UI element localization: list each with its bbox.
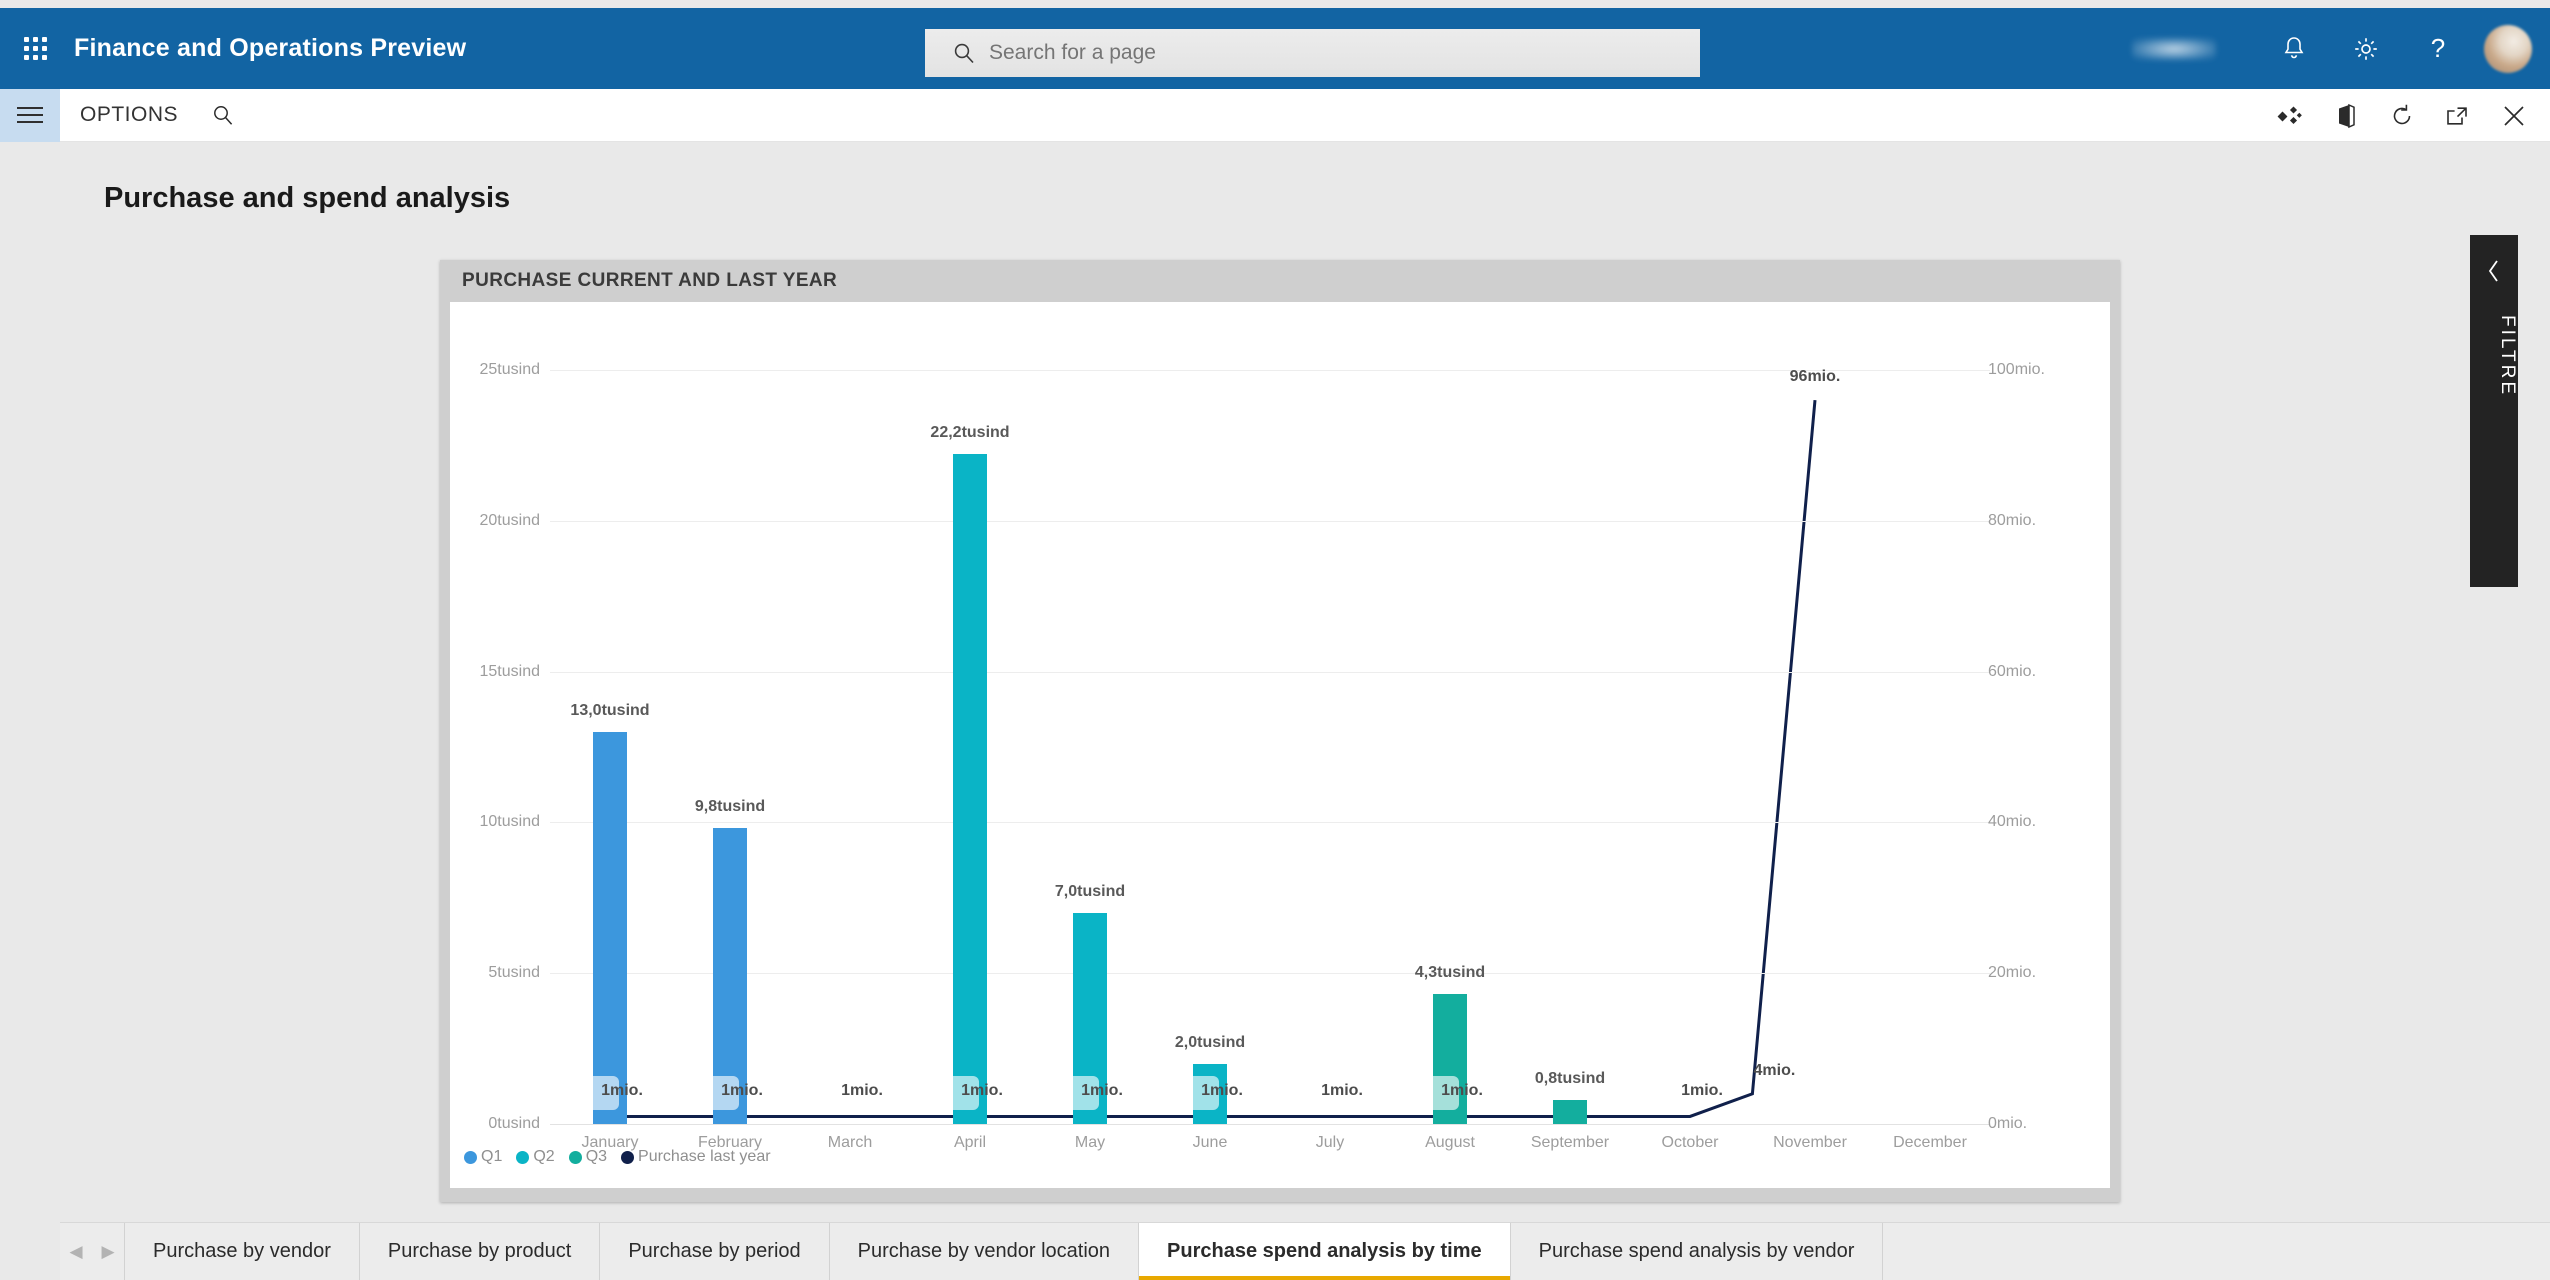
y-axis-left-tick: 25tusind xyxy=(479,361,541,378)
bar-value-label: 13,0tusind xyxy=(570,701,650,719)
purchase-last-year-line xyxy=(610,400,1817,1118)
legend-label: Q3 xyxy=(585,1148,608,1165)
grid-line xyxy=(550,822,1990,824)
company-name-blurred xyxy=(2132,37,2216,60)
bar-value-label: 4,3tusind xyxy=(1414,964,1486,982)
line-value-label: 1mio. xyxy=(1681,1082,1723,1099)
filter-panel-label: FILTRE xyxy=(2497,315,2518,398)
bar-value-label: 7,0tusind xyxy=(1054,882,1126,900)
global-search[interactable] xyxy=(925,29,1700,77)
y-axis-left-tick: 5tusind xyxy=(488,964,540,982)
y-axis-left-tick: 20tusind xyxy=(479,511,541,529)
top-bar-actions: ? xyxy=(2132,8,2550,89)
tab-purchase-by-vendor[interactable]: Purchase by vendor xyxy=(125,1223,360,1280)
grid-line xyxy=(550,671,1990,673)
y-axis-left-tick: 10tusind xyxy=(479,813,541,831)
y-axis-right-tick: 40mio. xyxy=(1988,813,2037,831)
search-input[interactable] xyxy=(925,29,1700,77)
app-title: Finance and Operations Preview xyxy=(74,34,467,62)
legend-label: Q1 xyxy=(481,1148,503,1165)
svg-text:?: ? xyxy=(2431,34,2445,63)
tab-list: Purchase by vendor Purchase by product Pur… xyxy=(125,1223,1884,1280)
line-value-label: 1mio. xyxy=(601,1082,643,1099)
legend-color-dot xyxy=(621,1150,635,1164)
legend-color-dot xyxy=(516,1150,530,1164)
open-in-office-icon[interactable] xyxy=(2318,89,2374,142)
line-value-label: 1mio. xyxy=(1441,1082,1483,1099)
bar-value-label: 0,8tusind xyxy=(1534,1069,1606,1087)
legend-item[interactable]: Q2 xyxy=(516,1148,555,1166)
tab-purchase-spend-analysis-by-time[interactable]: Purchase spend analysis by time xyxy=(1139,1223,1511,1280)
chart-bar[interactable] xyxy=(593,731,627,1124)
x-axis-tick: December xyxy=(1893,1134,1967,1151)
bar-value-label: 9,8tusind xyxy=(694,798,766,816)
chart-card: PURCHASE CURRENT AND LAST YEAR 0tusind 0m… xyxy=(440,260,2120,1202)
line-value-label: 1mio. xyxy=(1201,1082,1243,1099)
legend-item[interactable]: Q3 xyxy=(568,1148,608,1166)
bar-value-label: 2,0tusind xyxy=(1174,1033,1246,1051)
y-axis-right-tick: 20mio. xyxy=(1988,964,2037,982)
chart-bar[interactable] xyxy=(1553,1099,1587,1124)
tab-scroll-controls[interactable]: ◀ ▶ xyxy=(60,1223,125,1280)
command-bar: OPTIONS xyxy=(0,88,2550,142)
command-bar-actions xyxy=(2262,89,2542,142)
line-value-label: 1mio. xyxy=(721,1082,763,1099)
tab-purchase-by-product[interactable]: Purchase by product xyxy=(359,1223,601,1280)
app-launcher-waffle-icon[interactable] xyxy=(8,37,62,60)
top-navigation-bar: Finance and Operations Preview ? xyxy=(0,8,2550,89)
chart-bar[interactable] xyxy=(953,454,987,1124)
bottom-tab-bar: ◀ ▶ Purchase by vendor Purchase by produc… xyxy=(60,1222,2550,1280)
line-value-label: 1mio. xyxy=(1321,1082,1363,1099)
tab-purchase-by-vendor-location[interactable]: Purchase by vendor location xyxy=(829,1223,1140,1280)
legend-label: Q2 xyxy=(533,1148,555,1165)
legend-color-dot xyxy=(464,1150,477,1164)
tab-purchase-by-period[interactable]: Purchase by period xyxy=(600,1223,830,1280)
chart-plot[interactable]: 0tusind 0mio. 5tusind 20mio. 10tusind 40mio. 1… xyxy=(450,302,2110,1188)
tab-prev-icon[interactable]: ◀ xyxy=(69,1242,82,1262)
y-axis-left-tick: 15tusind xyxy=(479,662,541,680)
legend-item[interactable]: Q1 xyxy=(464,1148,502,1166)
filter-panel-toggle[interactable]: FILTRE xyxy=(2470,235,2518,587)
open-in-new-window-icon[interactable] xyxy=(2430,89,2486,142)
grid-line xyxy=(550,973,1990,975)
hamburger-menu-icon[interactable] xyxy=(0,88,60,142)
chevron-left-icon xyxy=(2470,249,2518,293)
bar-value-label: 22,2tusind xyxy=(930,424,1010,442)
avatar[interactable] xyxy=(2484,24,2532,73)
line-value-label: 1mio. xyxy=(961,1082,1003,1099)
y-axis-right-tick: 80mio. xyxy=(1988,511,2037,529)
page-title: Purchase and spend analysis xyxy=(104,182,511,214)
legend-color-dot xyxy=(568,1150,582,1164)
refresh-icon[interactable] xyxy=(2374,89,2430,142)
y-axis-left-tick: 0tusind xyxy=(488,1115,540,1132)
tab-purchase-spend-analysis-by-vendor[interactable]: Purchase spend analysis by vendor xyxy=(1510,1223,1884,1280)
chart-legend[interactable]: Q1 Q2 Q3 Purchase last year xyxy=(464,1148,781,1166)
legend-item[interactable]: Purchase last year xyxy=(621,1148,771,1166)
bell-icon[interactable] xyxy=(2258,8,2330,89)
grid-line xyxy=(550,1124,1990,1125)
chart-area[interactable]: 0tusind 0mio. 5tusind 20mio. 10tusind 40mio. 1… xyxy=(450,302,2110,1188)
personalize-diamonds-icon[interactable] xyxy=(2262,89,2318,142)
chart-card-title: PURCHASE CURRENT AND LAST YEAR xyxy=(462,270,838,291)
grid-line xyxy=(550,370,1990,371)
y-axis-right-tick: 0mio. xyxy=(1988,1115,2028,1132)
question-mark-icon[interactable]: ? xyxy=(2402,8,2474,89)
y-axis-right-tick: 60mio. xyxy=(1988,662,2037,680)
line-value-label: 1mio. xyxy=(841,1082,883,1099)
line-value-label: 96mio. xyxy=(1789,368,1841,386)
tab-next-icon[interactable]: ▶ xyxy=(101,1242,114,1262)
close-icon[interactable] xyxy=(2486,89,2542,142)
y-axis-right-tick: 100mio. xyxy=(1988,361,2045,378)
command-search-icon[interactable] xyxy=(212,104,234,126)
line-elbow-label: 4mio. xyxy=(1753,1061,1796,1079)
line-value-label: 1mio. xyxy=(1081,1082,1123,1099)
gear-icon[interactable] xyxy=(2330,8,2402,89)
legend-label: Purchase last year xyxy=(638,1148,771,1165)
options-button[interactable]: OPTIONS xyxy=(80,103,178,127)
grid-line xyxy=(550,520,1990,522)
